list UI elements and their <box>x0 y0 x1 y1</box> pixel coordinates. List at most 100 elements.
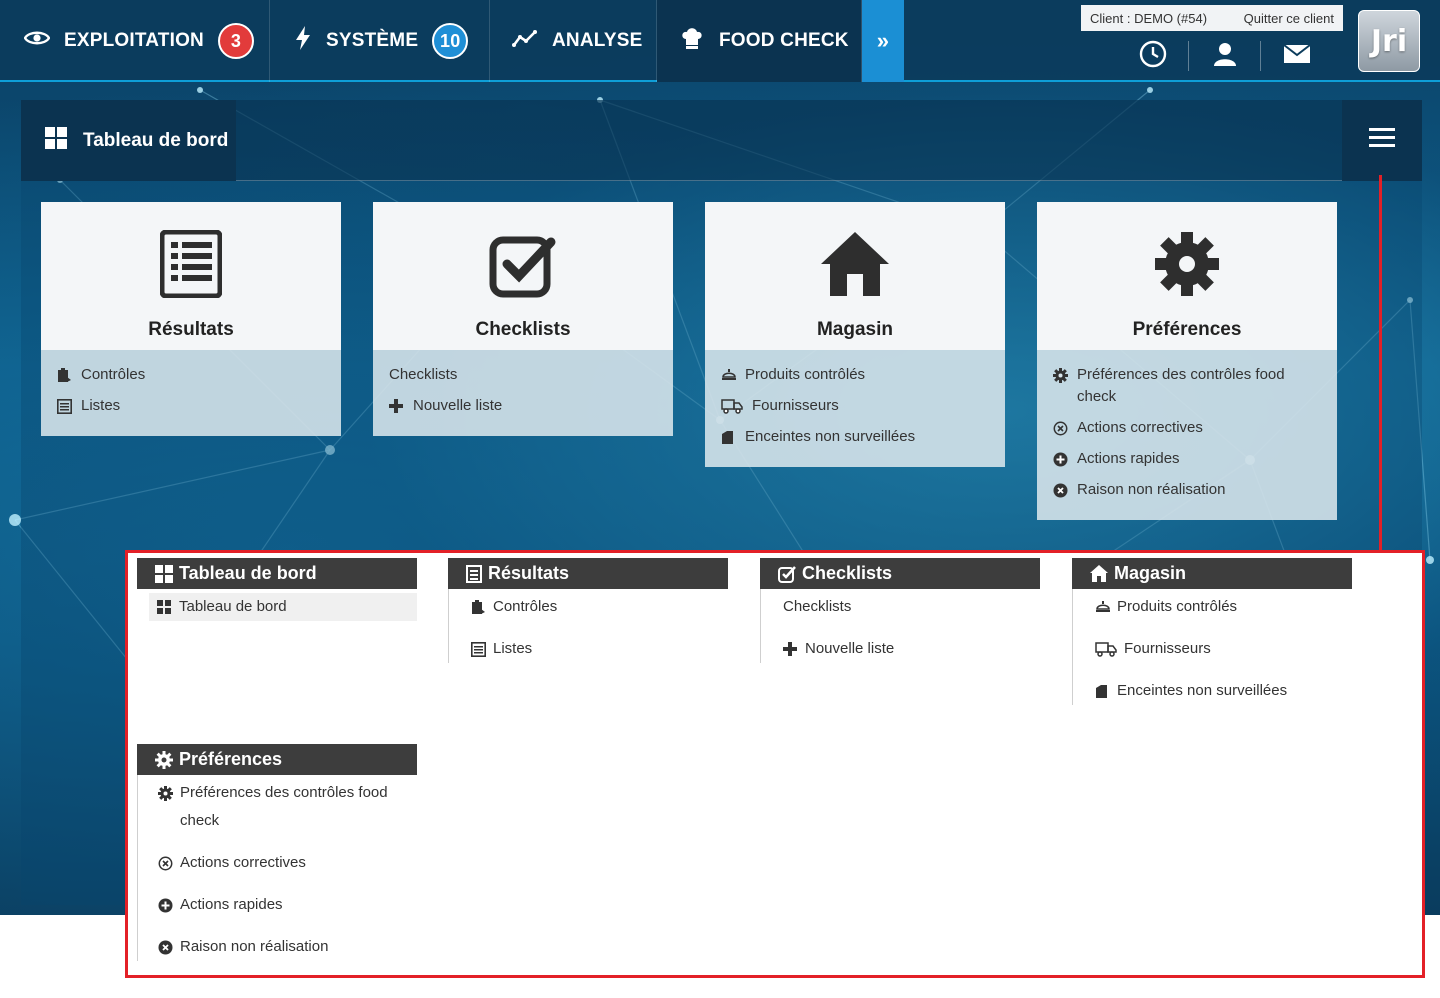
eye-icon <box>23 29 51 53</box>
tile-magasin-title: Magasin <box>816 319 894 340</box>
clipboard-icon <box>471 593 493 621</box>
top-icon-group <box>1117 30 1333 82</box>
menu-item-listes[interactable]: Listes <box>449 635 728 663</box>
tile-preferences-header[interactable]: Préférences <box>1037 202 1337 350</box>
menu-item-actions-rapides[interactable]: Actions rapides <box>138 891 417 919</box>
client-info-box: Client : DEMO (#54) Quitter ce client <box>1081 5 1343 31</box>
fridge-icon <box>1095 677 1117 705</box>
checkbox-checked-icon <box>778 565 796 583</box>
menu-section-tableau-items: Tableau de bord <box>137 589 417 621</box>
circle-plus-icon <box>158 891 180 919</box>
messages-button[interactable] <box>1261 41 1333 71</box>
menu-item-enceintes[interactable]: Enceintes non surveillées <box>1073 677 1352 705</box>
menu-item-produits-controles[interactable]: Produits contrôlés <box>1073 593 1352 621</box>
history-button[interactable] <box>1117 40 1189 71</box>
tile-link-fournisseurs[interactable]: Fournisseurs <box>721 395 989 417</box>
tile-link-raison-non-realisation[interactable]: Raison non réalisation <box>1053 479 1321 501</box>
line-chart-icon <box>512 29 538 53</box>
menu-section-preferences-header[interactable]: Préférences <box>137 744 417 775</box>
circle-plus-icon <box>1053 448 1077 470</box>
hamburger-icon <box>1369 127 1395 154</box>
quit-client-link[interactable]: Quitter ce client <box>1244 11 1334 26</box>
menu-item-preferences-controles[interactable]: Préférences des contrôles food check <box>138 779 417 835</box>
tile-link-actions-correctives[interactable]: Actions correctives <box>1053 417 1321 439</box>
menu-item-nouvelle-liste[interactable]: Nouvelle liste <box>761 635 1040 663</box>
menu-item-fournisseurs[interactable]: Fournisseurs <box>1073 635 1352 663</box>
tile-magasin[interactable]: Magasin Produits contrôlés Fournisseurs … <box>705 202 1005 467</box>
menu-section-checklists: Checklists Checklists Nouvelle liste <box>760 558 1040 677</box>
hamburger-menu-button[interactable] <box>1342 100 1422 181</box>
list-icon <box>57 395 81 417</box>
tile-resultats-header[interactable]: Résultats <box>41 202 341 350</box>
dashboard-grid-icon <box>157 593 179 621</box>
top-nav-bar: EXPLOITATION 3 SYSTÈME 10 ANALYSE FOOD C… <box>0 0 1440 82</box>
small-gear-icon <box>158 779 180 807</box>
truck-icon <box>721 395 752 417</box>
nav-systeme-label: SYSTÈME <box>326 30 419 51</box>
nav-foodcheck[interactable]: FOOD CHECK <box>657 0 862 82</box>
circle-cross-icon <box>158 933 180 961</box>
gear-icon <box>155 750 173 769</box>
panel-title-label: Tableau de bord <box>83 129 229 151</box>
tile-link-produits-controles[interactable]: Produits contrôlés <box>721 364 989 386</box>
nav-systeme[interactable]: SYSTÈME 10 <box>270 0 490 82</box>
envelope-icon <box>1283 43 1311 69</box>
tile-link-actions-rapides[interactable]: Actions rapides <box>1053 448 1321 470</box>
menu-section-checklists-header[interactable]: Checklists <box>760 558 1040 589</box>
user-button[interactable] <box>1189 41 1261 71</box>
tile-link-preferences-controles[interactable]: Préférences des contrôles food check <box>1053 364 1321 408</box>
circle-cross-icon <box>1053 479 1077 501</box>
menu-section-magasin: Magasin Produits contrôlés Fournisseurs … <box>1072 558 1352 719</box>
tile-link-checklists[interactable]: Checklists <box>389 364 657 386</box>
menu-item-controles[interactable]: Contrôles <box>449 593 728 621</box>
fridge-icon <box>721 426 745 448</box>
dashboard-grid-icon <box>155 564 173 583</box>
nav-more-button[interactable]: » <box>862 0 904 82</box>
lightning-icon <box>294 25 312 57</box>
tile-checklists-links: Checklists Nouvelle liste <box>373 350 673 436</box>
list-document-icon <box>466 564 482 583</box>
tile-preferences[interactable]: Préférences Préférences des contrôles fo… <box>1037 202 1337 520</box>
checkbox-checked-icon <box>489 230 557 303</box>
menu-section-tableau: Tableau de bord Tableau de bord <box>137 558 417 635</box>
food-tray-icon <box>721 364 745 386</box>
plus-icon <box>783 635 805 663</box>
tile-checklists[interactable]: Checklists Checklists Nouvelle liste <box>373 202 673 436</box>
circle-x-icon <box>1053 417 1077 439</box>
list-document-icon <box>159 229 223 303</box>
nav-exploitation-label: EXPLOITATION <box>64 30 204 51</box>
food-tray-icon <box>1095 593 1117 621</box>
menu-section-tableau-header[interactable]: Tableau de bord <box>137 558 417 589</box>
gear-icon <box>1153 230 1221 303</box>
nav-exploitation[interactable]: EXPLOITATION 3 <box>0 0 270 82</box>
nav-analyse[interactable]: ANALYSE <box>490 0 657 82</box>
tile-magasin-header[interactable]: Magasin <box>705 202 1005 350</box>
tile-checklists-header[interactable]: Checklists <box>373 202 673 350</box>
panel-header: Tableau de bord <box>21 100 1422 181</box>
tile-link-enceintes[interactable]: Enceintes non surveillées <box>721 426 989 448</box>
double-chevron-right-icon: » <box>876 28 890 53</box>
menu-item-raison-non-realisation[interactable]: Raison non réalisation <box>138 933 417 961</box>
menu-section-resultats: Résultats Contrôles Listes <box>448 558 728 677</box>
tile-resultats[interactable]: Résultats Contrôles Listes <box>41 202 341 436</box>
menu-section-magasin-header[interactable]: Magasin <box>1072 558 1352 589</box>
tile-preferences-title: Préférences <box>1132 319 1242 340</box>
clipboard-icon <box>57 364 81 386</box>
logo-text: Jri <box>1370 23 1408 59</box>
menu-item-tableau-de-bord[interactable]: Tableau de bord <box>149 593 417 621</box>
menu-section-resultats-header[interactable]: Résultats <box>448 558 728 589</box>
tile-link-listes[interactable]: Listes <box>57 395 325 417</box>
menu-item-actions-correctives[interactable]: Actions correctives <box>138 849 417 877</box>
jri-logo[interactable]: Jri <box>1358 10 1420 72</box>
circle-x-icon <box>158 849 180 877</box>
home-icon <box>1090 565 1108 582</box>
small-gear-icon <box>1053 364 1077 386</box>
truck-icon <box>1095 635 1124 663</box>
menu-item-checklists[interactable]: Checklists <box>761 593 1040 621</box>
callout-connector-line <box>1379 175 1382 552</box>
menu-section-checklists-items: Checklists Nouvelle liste <box>760 589 1040 663</box>
menu-section-preferences: Préférences Préférences des contrôles fo… <box>137 744 417 975</box>
tile-link-nouvelle-liste[interactable]: Nouvelle liste <box>389 395 657 417</box>
tile-link-controles[interactable]: Contrôles <box>57 364 325 386</box>
exploitation-count-badge: 3 <box>217 23 254 59</box>
